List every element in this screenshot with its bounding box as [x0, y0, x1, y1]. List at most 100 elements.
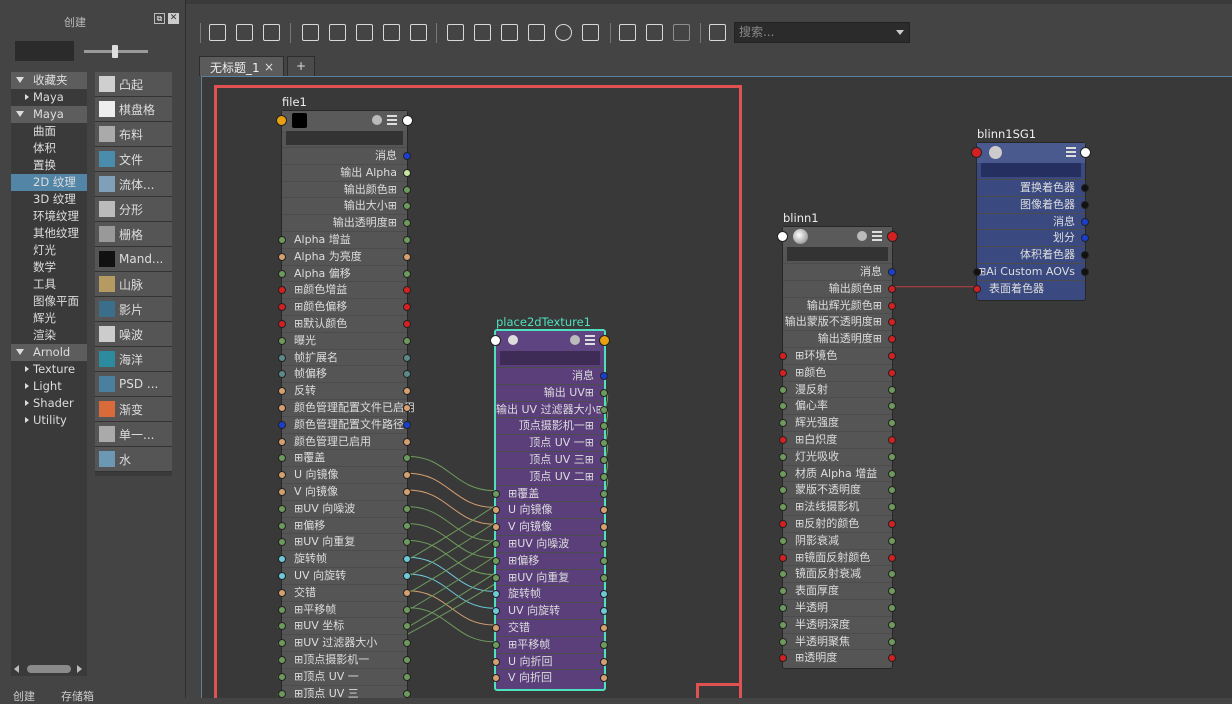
attribute-input-port[interactable] [779, 385, 787, 394]
attribute-output-port[interactable] [888, 436, 896, 444]
attribute-input-port[interactable] [779, 570, 787, 579]
attribute-row[interactable]: ⊞UV 向重复 [492, 568, 608, 586]
attribute-row[interactable]: ⊞顶点 UV 一 [278, 667, 411, 685]
attribute-output-port[interactable] [403, 488, 411, 496]
attribute-input-port[interactable] [779, 402, 787, 411]
node-input-port[interactable] [490, 335, 501, 346]
attribute-input-port[interactable] [779, 436, 787, 444]
attribute-input-port[interactable] [278, 437, 286, 446]
attribute-row[interactable]: ⊞法线摄影机 [779, 498, 896, 515]
attribute-row[interactable]: ⊞环境色 [779, 347, 896, 364]
attribute-row[interactable]: 消息 [496, 367, 608, 384]
node-type-item[interactable]: 噪波 [95, 322, 172, 347]
category-item[interactable]: 辉光 [11, 310, 87, 327]
attribute-row[interactable]: ⊞偏移 [278, 516, 411, 534]
category-item[interactable]: 数学 [11, 259, 87, 276]
attribute-row[interactable]: Alpha 偏移 [278, 264, 411, 282]
slider-knob[interactable] [112, 45, 118, 58]
attribute-row[interactable]: 置换着色器 [977, 179, 1089, 196]
attribute-output-port[interactable] [403, 269, 411, 278]
attribute-row[interactable]: ⊞镜面反射颜色 [779, 548, 896, 566]
attribute-output-port[interactable] [403, 437, 411, 446]
category-sub[interactable]: Light [11, 378, 87, 395]
attribute-output-port[interactable] [1081, 268, 1089, 276]
attribute-output-port[interactable] [888, 469, 896, 478]
category-group[interactable]: 收藏夹 [11, 72, 87, 89]
attribute-output-port[interactable] [403, 185, 411, 194]
attribute-row[interactable]: 输出透明度⊞ [783, 330, 896, 347]
node-type-item[interactable]: 山脉 [95, 272, 172, 297]
scroll-left-arrow-icon[interactable] [14, 665, 19, 673]
attribute-row[interactable]: ⊞颜色 [779, 363, 896, 381]
attribute-row[interactable]: ⊞覆盖 [492, 484, 608, 502]
connected-mode-icon[interactable] [474, 24, 491, 41]
attribute-output-port[interactable] [403, 504, 411, 513]
node-output-port[interactable] [1080, 147, 1091, 158]
add-tab-button[interactable]: + [287, 56, 315, 76]
attribute-input-port[interactable] [278, 605, 286, 614]
attribute-row[interactable]: ⊞UV 向噪波 [492, 535, 608, 552]
attribute-output-port[interactable] [600, 657, 608, 666]
attribute-input-port[interactable] [492, 506, 500, 515]
node-type-item[interactable]: Mand... [95, 247, 172, 272]
search-icon[interactable] [555, 24, 572, 41]
attribute-input-port[interactable] [278, 387, 286, 396]
attribute-input-port[interactable] [278, 504, 286, 513]
attribute-input-port[interactable] [779, 520, 787, 528]
attribute-row[interactable]: ⊞反射的颜色 [779, 515, 896, 532]
attribute-row[interactable]: 漫反射 [779, 380, 896, 398]
attribute-row[interactable]: Alpha 为亮度 [278, 247, 411, 265]
attribute-input-port[interactable] [492, 523, 500, 532]
attribute-output-port[interactable] [888, 368, 896, 377]
attribute-row[interactable]: U 向折回 [492, 652, 608, 670]
category-sub[interactable]: Shader [11, 395, 87, 412]
attribute-input-port[interactable] [278, 420, 286, 429]
attribute-input-port[interactable] [973, 284, 981, 293]
node-menu-icon[interactable] [585, 335, 595, 345]
node-name-field[interactable] [500, 351, 600, 365]
arrange-graph-icon[interactable] [356, 24, 373, 41]
attribute-input-port[interactable] [278, 488, 286, 496]
attribute-input-port[interactable] [779, 553, 787, 562]
attribute-output-port[interactable] [888, 637, 896, 646]
attribute-row[interactable]: 输出 UV⊞ [496, 383, 608, 401]
attribute-row[interactable]: 输出 Alpha [282, 163, 411, 181]
attribute-output-port[interactable] [600, 489, 608, 498]
attribute-row[interactable]: ⊞透明度 [779, 649, 896, 666]
node-place2dTexture1[interactable]: place2dTexture1 消息 输出 UV⊞ 输出 UV 过滤器大小⊞ 顶点摄影… [490, 315, 610, 691]
attribute-output-port[interactable] [888, 385, 896, 394]
attribute-row[interactable]: 交错 [278, 583, 411, 601]
category-item[interactable]: 置换 [11, 157, 87, 174]
attribute-output-port[interactable] [888, 352, 896, 360]
category-item[interactable]: 3D 纹理 [11, 191, 87, 208]
attribute-row[interactable]: 半透明聚焦 [779, 632, 896, 650]
attribute-input-port[interactable] [278, 471, 286, 480]
attribute-row[interactable]: U 向镜像 [492, 501, 608, 518]
attribute-row[interactable]: 输出大小⊞ [282, 197, 411, 214]
full-mode-icon[interactable] [501, 24, 518, 41]
attribute-input-port[interactable] [492, 540, 500, 548]
attribute-row[interactable]: ⊞默认颜色 [278, 315, 411, 332]
attribute-input-port[interactable] [779, 503, 787, 512]
node-output-port[interactable] [887, 231, 898, 242]
attribute-input-port[interactable] [278, 404, 286, 412]
attribute-row[interactable]: UV 向旋转 [278, 567, 411, 584]
attribute-input-port[interactable] [278, 588, 286, 597]
search-dropdown-icon[interactable] [896, 30, 904, 35]
attribute-row[interactable]: 顶点摄影机一⊞ [496, 417, 608, 434]
attribute-row[interactable]: 辉光强度 [779, 414, 896, 431]
attribute-row[interactable]: V 向折回 [492, 669, 608, 686]
attribute-row[interactable]: 阴影衰减 [779, 531, 896, 549]
grid-icon[interactable] [619, 24, 636, 41]
attribute-row[interactable]: ⊞平移帧 [278, 600, 411, 618]
attribute-input-port[interactable] [779, 604, 787, 612]
attribute-output-port[interactable] [888, 553, 896, 562]
attribute-output-port[interactable] [403, 404, 411, 412]
attribute-input-port[interactable] [779, 469, 787, 478]
attribute-input-port[interactable] [779, 486, 787, 495]
attribute-row[interactable]: 颜色管理配置文件已启用 [278, 399, 415, 416]
attribute-row[interactable]: 消息 [783, 263, 896, 280]
node-menu-icon[interactable] [1066, 147, 1076, 157]
attribute-output-port[interactable] [403, 521, 411, 530]
attribute-row[interactable]: 反转 [278, 382, 411, 399]
